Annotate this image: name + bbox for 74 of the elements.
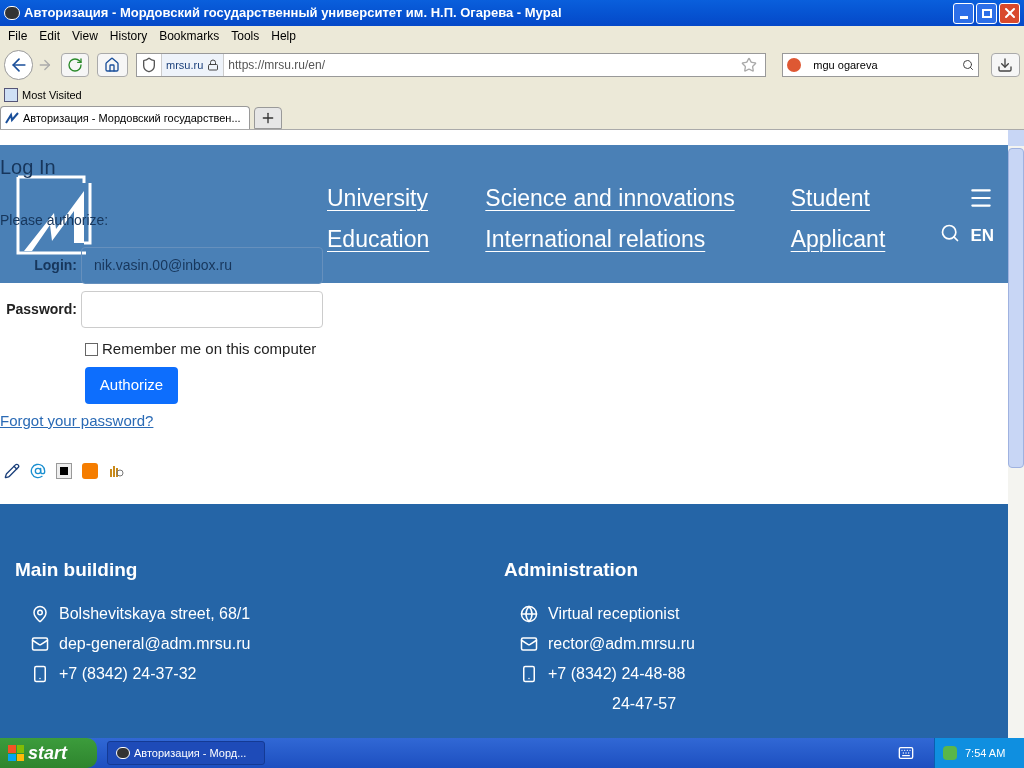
field-label: Password: [5, 299, 78, 319]
flag-icon [8, 745, 24, 761]
bookmark-icon [4, 88, 18, 102]
window-title: Авторизация - Мордовский государственный университет им. Н.П. Огарева - Mypal [24, 4, 563, 23]
authorize-button[interactable]: Authorize [85, 367, 178, 404]
browser-tab[interactable]: Авторизация - Мордовский государствен... [0, 106, 250, 129]
start-button[interactable]: start [0, 738, 97, 768]
download-icon [997, 57, 1014, 73]
browser-icon [116, 747, 130, 759]
browser-icon [4, 6, 20, 20]
mail-icon [31, 634, 49, 653]
nav-link[interactable]: Education [327, 221, 430, 256]
footer-heading: Administration [504, 558, 640, 582]
page-title: Log In [0, 156, 56, 178]
reload-button[interactable] [61, 53, 89, 77]
site-favicon-icon [5, 112, 19, 124]
home-button[interactable] [96, 53, 128, 77]
back-button[interactable] [4, 50, 34, 80]
nav-link[interactable]: University [327, 181, 430, 216]
footer-text: Virtual receptionist [548, 603, 680, 624]
menu-item[interactable]: File [8, 27, 28, 45]
nav-link[interactable]: Applicant [790, 221, 886, 256]
search-icon[interactable] [961, 59, 974, 71]
url-text: https://mrsu.ru/en/ [228, 57, 326, 74]
close-button[interactable] [999, 2, 1020, 24]
field-label: Login: [33, 255, 78, 275]
nav-link[interactable]: International relations [485, 221, 735, 256]
shield-icon [141, 57, 157, 73]
footer-text: 24-47-57 [612, 693, 677, 714]
lock-icon [207, 59, 220, 71]
remember-label: Remember me on this computer [102, 338, 317, 359]
maximize-button[interactable] [976, 2, 997, 24]
site-identity: mrsu.ru [166, 57, 204, 73]
footer-text: dep-general@adm.mrsu.ru [59, 633, 251, 654]
plus-icon [260, 110, 276, 126]
language-switch[interactable]: EN [970, 223, 994, 249]
menu-item[interactable]: Help [271, 27, 296, 45]
search-icon[interactable] [940, 223, 960, 243]
search-field[interactable]: mgu ogareva [782, 53, 979, 77]
menu-item[interactable]: View [72, 27, 98, 45]
footer-heading: Main building [15, 558, 139, 582]
mail-icon [520, 634, 538, 653]
download-button[interactable] [990, 53, 1020, 77]
phone-icon [31, 664, 49, 683]
keyboard-icon[interactable] [898, 745, 914, 761]
nav-link[interactable]: Student [790, 181, 886, 216]
footer-text: rector@adm.mrsu.ru [548, 633, 695, 654]
pencil-icon[interactable] [4, 462, 20, 479]
minimize-button[interactable] [953, 2, 974, 24]
forgot-password-link[interactable]: Forgot your password? [0, 412, 154, 429]
footer-text: +7 (8342) 24-37-32 [59, 663, 197, 684]
reload-icon [66, 57, 83, 73]
menu-item[interactable]: Edit [39, 27, 61, 45]
search-engine-icon [787, 58, 802, 72]
clock: 7:54 AM [965, 745, 1006, 761]
menu-item[interactable]: Bookmarks [159, 27, 220, 45]
globe-icon [520, 604, 538, 623]
home-icon [104, 57, 121, 73]
footer-text: Bolshevitskaya street, 68/1 [59, 603, 251, 624]
at-sign-icon[interactable] [30, 462, 46, 479]
taskbar-task[interactable]: Авторизация - Морд... [107, 741, 265, 765]
checkbox[interactable] [85, 342, 98, 356]
bookmark-star-icon[interactable] [741, 57, 758, 73]
bookmark-item[interactable]: Most Visited [22, 86, 82, 104]
footer-text: +7 (8342) 24-48-88 [548, 663, 686, 684]
map-pin-icon [31, 604, 49, 623]
new-tab-button[interactable] [254, 107, 282, 129]
address-bar[interactable]: mrsu.ru https://mrsu.ru/en/ [136, 53, 767, 77]
scrollbar[interactable] [1008, 130, 1024, 738]
input-field[interactable] [81, 290, 323, 328]
phone-icon [520, 664, 538, 683]
nav-link[interactable]: Science and innovations [485, 181, 735, 216]
menu-item[interactable]: Tools [231, 27, 260, 45]
menu-item[interactable]: History [109, 27, 148, 45]
